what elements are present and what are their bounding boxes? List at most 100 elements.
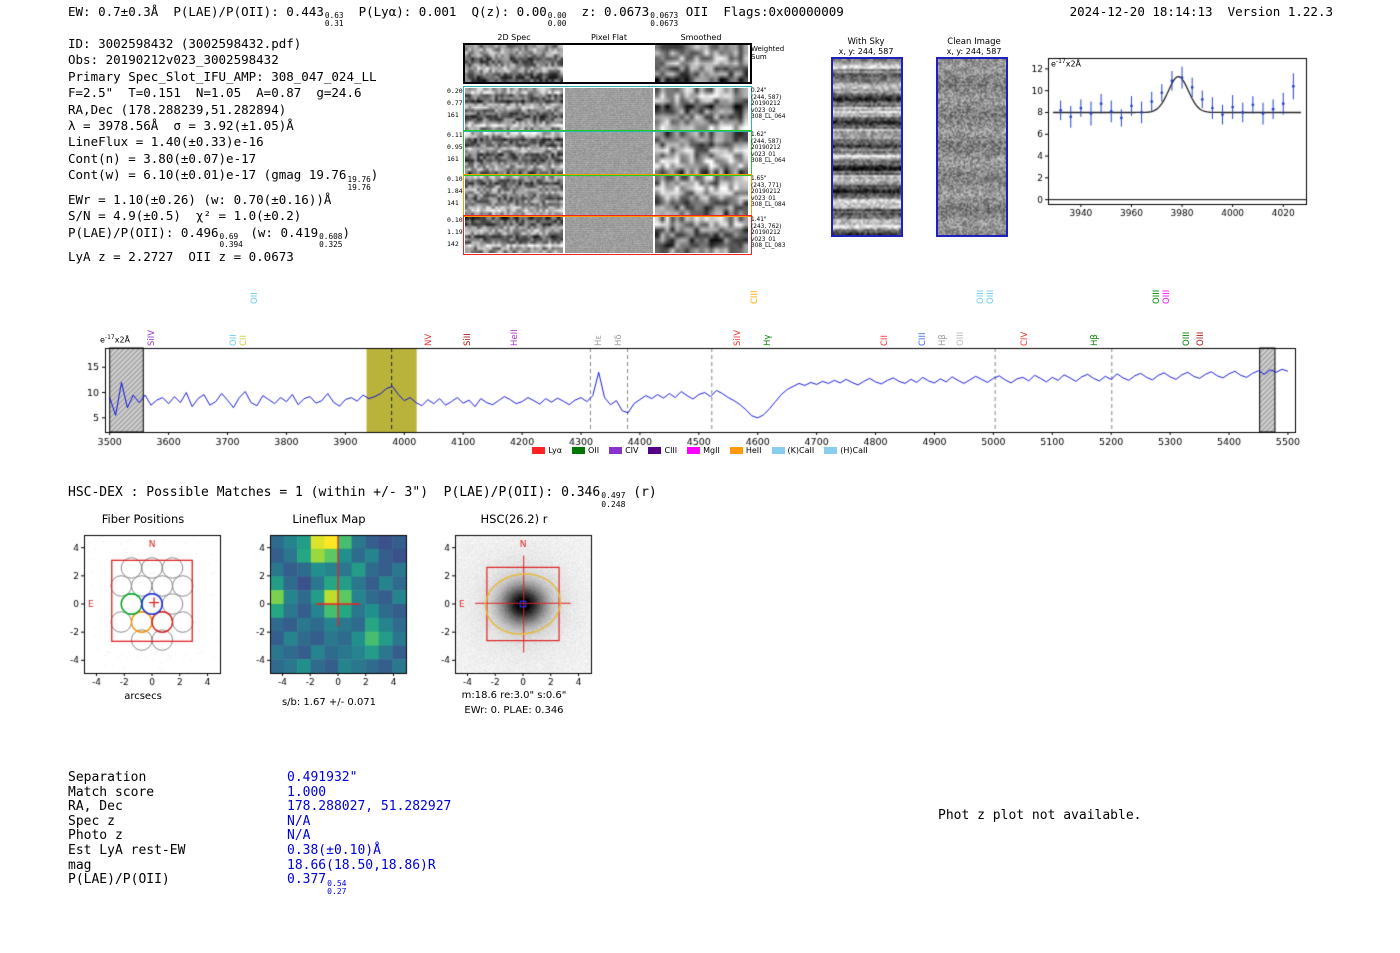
spectral-line-label: OIII	[986, 289, 997, 304]
text-segment: P(Lyα): 0.001 Q(z): 0.00	[343, 4, 547, 19]
legend-label: (H)CaII	[840, 446, 868, 455]
legend-swatch	[771, 447, 785, 454]
legend-label: OII	[588, 446, 600, 455]
legend-label: CIII	[664, 446, 678, 455]
spec2d-right-label: Weighted	[751, 45, 785, 53]
table-row: Spec z N/A	[68, 814, 451, 830]
spec2d-right-label: 308_LL_064	[751, 158, 786, 165]
info-line: Cont(w) = 6.10(±0.01)e-17 (gmag 19.76 19.…	[68, 167, 378, 192]
sup-sub-stack: 0.54 0.27	[327, 878, 347, 897]
info-line: λ = 3978.56Å σ = 3.92(±1.05)Å	[68, 118, 378, 134]
text-segment: EWr = 1.10(±0.26) (w: 0.70(±0.16))Å	[68, 191, 332, 207]
text-segment: Cont(w) = 6.10(±0.01)e-17 (gmag 19.76	[68, 167, 347, 183]
legend-item: OII	[572, 446, 599, 455]
table-row: Separation 0.491932"	[68, 770, 451, 786]
spec2d-right-label: v023_01	[751, 195, 776, 202]
text-segment: P(LAE)/P(OII): 0.496	[68, 224, 219, 240]
spec2d-row-border	[463, 174, 752, 217]
legend-swatch	[729, 447, 743, 454]
spec2d-row-border	[463, 43, 752, 84]
spec2d-left-label: 0.95	[447, 143, 463, 151]
text-segment: LineFlux = 1.40(±0.33)e-16	[68, 134, 264, 150]
text-segment: S/N = 4.9(±0.5) χ² = 1.0(±0.2)	[68, 208, 302, 224]
summary-header: EW: 0.7±0.3Å P(LAE)/P(OII): 0.443 0.63 0.3…	[68, 4, 844, 29]
spec2d-left-label: 161	[447, 155, 459, 163]
spec2d-right-label: v023_02	[751, 107, 776, 114]
spectral-line-label: OIII	[1162, 289, 1172, 304]
line-fit-plot	[1008, 44, 1326, 222]
table-row-label: Est LyA rest-EW	[68, 842, 186, 858]
spec2d-left-label: 1.84	[447, 187, 463, 195]
text-segment: λ = 3978.56Å σ = 3.92(±1.05)Å	[68, 118, 294, 134]
detection-info-block: ID: 3002598432 (3002598432.pdf) Obs: 2019…	[68, 36, 378, 266]
table-row: Est LyA rest-EW 0.38(±0.10)Å	[68, 842, 451, 859]
legend-item: CIV	[609, 446, 638, 455]
table-row: RA, Dec 178.288027, 51.282927	[68, 799, 452, 815]
hsc-dex-match-line: HSC-DEX : Possible Matches = 1 (within +…	[68, 485, 657, 509]
montage-col-title-2dspec: 2D Spec	[497, 33, 531, 42]
text-segment: F=2.5" T=0.151 N=1.05 A=0.87 g=24.6	[68, 85, 362, 101]
lineflux-map-title: Lineflux Map	[292, 512, 366, 526]
table-row-label: Separation	[68, 770, 147, 785]
legend-label: Lyα	[548, 446, 563, 455]
spec2d-right-label: 1.41"	[751, 217, 767, 223]
info-line: S/N = 4.9(±0.5) χ² = 1.0(±0.2)	[68, 208, 378, 224]
withsky-image	[831, 57, 903, 237]
sup-sub-stack: 0.69 0.394	[219, 231, 243, 250]
spec2d-montage: 2D Spec Pixel Flat Smoothed Weighted Sum 0…	[447, 33, 797, 265]
legend-swatch	[572, 447, 586, 454]
spec2d-right-label: v023_01	[751, 236, 776, 243]
spec2d-left-label: 141	[447, 199, 459, 207]
full-spectrum-plot	[58, 330, 1308, 462]
spectrum-legend: Lyα OII CIV CIII MgII HeII (K)CaII (H)CaII	[460, 446, 940, 455]
lineflux-caption: s/b: 1.67 +/- 0.071	[281, 697, 377, 708]
spec2d-right-label: 308_LL_064	[751, 114, 786, 121]
spec2d-row-border	[463, 215, 752, 255]
table-row-value: 0.38(±0.10)Å	[287, 843, 381, 858]
legend-label: (K)CaII	[787, 446, 815, 455]
clean-image	[936, 57, 1008, 237]
table-row-value: N/A	[287, 828, 310, 844]
text-segment: Cont(n) = 3.80(±0.07)e-17	[68, 150, 257, 166]
legend-swatch	[648, 447, 662, 454]
lineflux-map-plot	[246, 527, 412, 687]
text-segment: 178.288027, 51.282927	[287, 799, 452, 815]
table-row-label: P(LAE)/P(OII)	[68, 872, 170, 888]
table-row-value: 1.000	[287, 785, 326, 800]
spectral-line-label: CIII	[749, 290, 760, 304]
info-line: EWr = 1.10(±0.26) (w: 0.70(±0.16))Å	[68, 192, 378, 208]
legend-item: CIII	[648, 446, 677, 455]
sup-sub-stack: 0.497 0.248	[601, 491, 626, 509]
spec2d-right-label: (243, 762)	[751, 223, 782, 230]
spec2d-left-label: 0.77	[447, 99, 463, 107]
table-row-value: 18.66(18.50,18.86)R	[287, 858, 436, 873]
table-row-label: Photo z	[68, 828, 123, 844]
legend-item: MgII	[687, 446, 720, 455]
spec2d-left-label: 0.10	[447, 216, 463, 224]
spec2d-right-label: (243, 771)	[751, 182, 782, 189]
timestamp-version: 2024-12-20 18:14:13 Version 1.22.3	[1069, 4, 1333, 19]
sup-sub-stack: 0.0673 0.0673	[650, 11, 679, 29]
fit-plot-units-label: e-17x2Å	[1051, 58, 1082, 69]
spec2d-right-label: 1.62"	[751, 132, 767, 138]
legend-item: (H)CaII	[824, 446, 868, 455]
text-segment: )	[370, 167, 379, 183]
spectral-line-label: OIII	[976, 289, 987, 304]
spec2d-right-label: 308_LL_084	[751, 202, 786, 209]
withsky-title: With Sky	[847, 37, 885, 47]
spec2d-left-label: 161	[447, 111, 459, 119]
legend-swatch	[824, 447, 838, 454]
sup-sub-stack: 0.608 0.325	[319, 231, 343, 250]
sup-sub-stack: 19.76 19.76	[347, 174, 371, 192]
info-line: ID: 3002598432 (3002598432.pdf)	[68, 36, 378, 52]
legend-item: Lyα	[532, 446, 562, 455]
info-line: Obs: 20190212v023_3002598432	[68, 52, 378, 68]
text-segment: (w: 0.419	[242, 224, 319, 240]
legend-label: CIV	[625, 446, 639, 455]
withsky-xy-label: x, y: 244, 587	[838, 47, 894, 56]
spec2d-left-label: 0.11	[447, 131, 463, 139]
spectral-line-label: OIII	[1151, 289, 1162, 304]
info-line: Cont(n) = 3.80(±0.07)e-17	[68, 151, 378, 167]
text-segment: (r)	[625, 485, 657, 500]
info-line: LineFlux = 1.40(±0.33)e-16	[68, 134, 378, 150]
